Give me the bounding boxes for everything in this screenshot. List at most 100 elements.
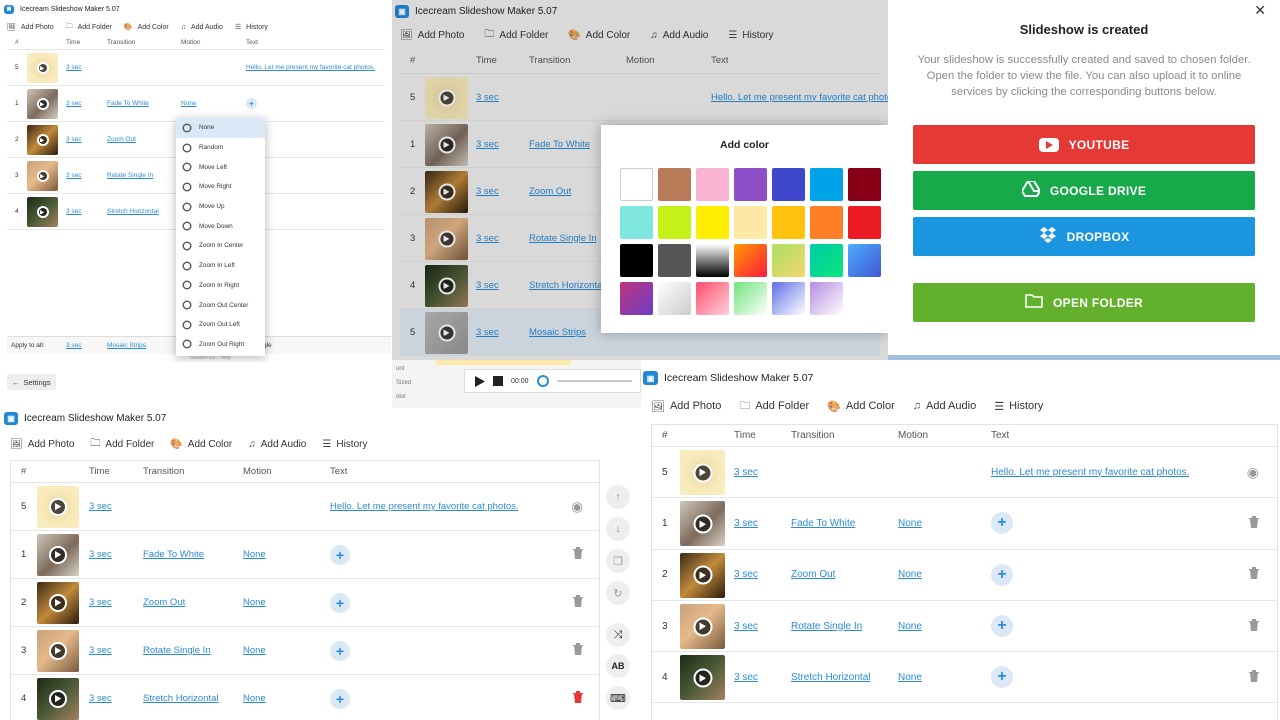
history-button[interactable]: ☰ History xyxy=(994,400,1043,413)
table-row[interactable]: 13 sec Fade To White None + xyxy=(11,531,599,579)
slide-text-link[interactable]: Hello. Let me present my favorite cat ph… xyxy=(330,501,519,512)
table-row[interactable]: 13 sec Fade To White None + xyxy=(652,498,1277,550)
shuffle-button[interactable]: ⤨ xyxy=(606,623,630,647)
transition-link[interactable]: Fade To White xyxy=(107,100,181,107)
slide-thumbnail[interactable] xyxy=(680,450,725,496)
time-link[interactable]: 3 sec xyxy=(734,672,791,683)
history-button[interactable]: ☰ History xyxy=(322,439,367,450)
eye-icon[interactable]: ◉ xyxy=(571,499,583,515)
time-link[interactable]: 3 sec xyxy=(89,501,143,512)
motion-option-zoom-out-right[interactable]: Zoom Out Right xyxy=(176,335,265,355)
slide-text-link[interactable]: Hello. Let me present my favorite cat ph… xyxy=(246,64,375,71)
play-icon[interactable] xyxy=(693,617,712,637)
play-icon[interactable] xyxy=(36,206,49,218)
motion-option-move-right[interactable]: Move Right xyxy=(176,177,265,197)
open-folder-button[interactable]: OPEN FOLDER xyxy=(913,283,1255,322)
slide-thumbnail[interactable] xyxy=(37,582,79,624)
add-color-button[interactable]: 🎨 Add Color xyxy=(827,400,895,413)
table-row[interactable]: 43 secStretch HorizontalNone+ xyxy=(11,675,599,720)
settings-button[interactable]: ← Settings xyxy=(7,374,56,390)
play-icon[interactable] xyxy=(49,594,67,612)
motion-option-zoom-out-center[interactable]: Zoom Out Center xyxy=(176,295,265,315)
add-text-button[interactable]: + xyxy=(991,615,1013,638)
time-link[interactable]: 3 sec xyxy=(66,64,107,71)
transition-link[interactable]: Stretch Horizontal xyxy=(791,672,898,683)
slide-thumbnail[interactable] xyxy=(27,161,58,191)
motion-link[interactable]: None xyxy=(898,621,991,632)
color-swatch[interactable] xyxy=(810,168,843,201)
eye-icon[interactable]: ◉ xyxy=(1247,464,1259,481)
add-text-button[interactable]: + xyxy=(246,98,257,109)
apply-time[interactable]: 3 sec xyxy=(66,342,107,349)
transition-link[interactable]: Rotate Single In xyxy=(107,172,181,179)
trash-icon[interactable] xyxy=(573,643,583,658)
transition-link[interactable]: Zoom Out xyxy=(107,136,181,143)
play-icon[interactable] xyxy=(693,668,712,688)
trash-icon[interactable] xyxy=(573,691,583,706)
play-icon[interactable] xyxy=(36,98,49,110)
slide-thumbnail[interactable] xyxy=(27,53,58,83)
color-swatch[interactable] xyxy=(658,244,691,277)
time-link[interactable]: 3 sec xyxy=(734,518,791,529)
youtube-button[interactable]: YOUTUBE xyxy=(913,125,1255,164)
play-icon[interactable] xyxy=(49,498,67,516)
table-row[interactable]: 53 sec Hello. Let me present my favorite … xyxy=(652,447,1277,499)
transition-link[interactable]: Rotate Single In xyxy=(143,645,243,656)
add-photo-button[interactable]: 🖼 Add Photo xyxy=(10,439,74,450)
slide-thumbnail[interactable] xyxy=(680,552,725,598)
seek-track[interactable] xyxy=(556,380,632,382)
color-swatch[interactable] xyxy=(696,168,729,201)
color-swatch[interactable] xyxy=(658,282,691,315)
color-swatch[interactable] xyxy=(772,206,805,239)
add-color-button[interactable]: 🎨 Add Color xyxy=(124,23,169,32)
slide-thumbnail[interactable] xyxy=(680,604,725,650)
trash-icon[interactable] xyxy=(573,595,583,610)
color-swatch[interactable] xyxy=(772,282,805,315)
time-link[interactable]: 3 sec xyxy=(89,645,143,656)
table-row[interactable]: 53 sec Hello. Let me present my favorite … xyxy=(11,483,599,531)
slide-thumbnail[interactable] xyxy=(680,501,725,547)
time-link[interactable]: 3 sec xyxy=(66,136,107,143)
time-link[interactable]: 3 sec xyxy=(89,597,143,608)
transition-link[interactable]: Stretch Horizontal xyxy=(107,208,181,215)
add-photo-button[interactable]: 🖼 Add Photo xyxy=(7,23,54,32)
time-link[interactable]: 3 sec xyxy=(734,621,791,632)
add-audio-button[interactable]: ♫ Add Audio xyxy=(913,400,976,412)
history-button[interactable]: ☰ History xyxy=(235,23,268,32)
motion-link[interactable]: None xyxy=(243,597,330,608)
color-swatch[interactable] xyxy=(810,282,843,315)
slide-thumbnail[interactable] xyxy=(37,678,79,720)
seek-handle[interactable] xyxy=(536,375,549,387)
color-swatch[interactable] xyxy=(620,244,653,277)
motion-link[interactable]: None xyxy=(898,569,991,580)
motion-option-zoom-in-center[interactable]: Zoom In Center xyxy=(176,236,265,256)
transition-link[interactable]: Zoom Out xyxy=(791,569,898,580)
time-link[interactable]: 3 sec xyxy=(66,172,107,179)
color-swatch[interactable] xyxy=(620,206,653,239)
table-row[interactable]: 33 secRotate Single InNone+ xyxy=(652,601,1277,653)
slide-thumbnail[interactable] xyxy=(37,630,79,672)
transition-link[interactable]: Rotate Single In xyxy=(791,621,898,632)
color-swatch[interactable] xyxy=(810,244,843,277)
color-swatch[interactable] xyxy=(658,206,691,239)
text-button[interactable]: AB xyxy=(606,654,630,678)
time-link[interactable]: 3 sec xyxy=(734,569,791,580)
table-row[interactable]: 53 sec Hello. Let me present my favorite … xyxy=(7,50,385,86)
time-link[interactable]: 3 sec xyxy=(66,208,107,215)
apply-transition[interactable]: Mosaic Strips xyxy=(107,342,187,349)
add-folder-button[interactable]: 🗀 Add Folder xyxy=(66,22,112,33)
motion-option-random[interactable]: Random xyxy=(176,138,265,158)
add-text-button[interactable]: + xyxy=(330,544,350,565)
play-icon[interactable] xyxy=(36,170,49,182)
transition-link[interactable]: Fade To White xyxy=(791,518,898,529)
dropbox-button[interactable]: DROPBOX xyxy=(913,217,1255,256)
color-swatch[interactable] xyxy=(620,168,653,201)
motion-option-move-down[interactable]: Move Down xyxy=(176,216,265,236)
table-row[interactable]: 33 secRotate Single InNone+ xyxy=(11,627,599,675)
duplicate-button[interactable]: ❐ xyxy=(606,549,630,573)
slide-thumbnail[interactable] xyxy=(27,197,58,227)
add-text-button[interactable]: + xyxy=(991,512,1013,535)
motion-option-zoom-out-left[interactable]: Zoom Out Left xyxy=(176,315,265,335)
play-icon[interactable] xyxy=(693,514,712,534)
motion-link[interactable]: None xyxy=(898,672,991,683)
